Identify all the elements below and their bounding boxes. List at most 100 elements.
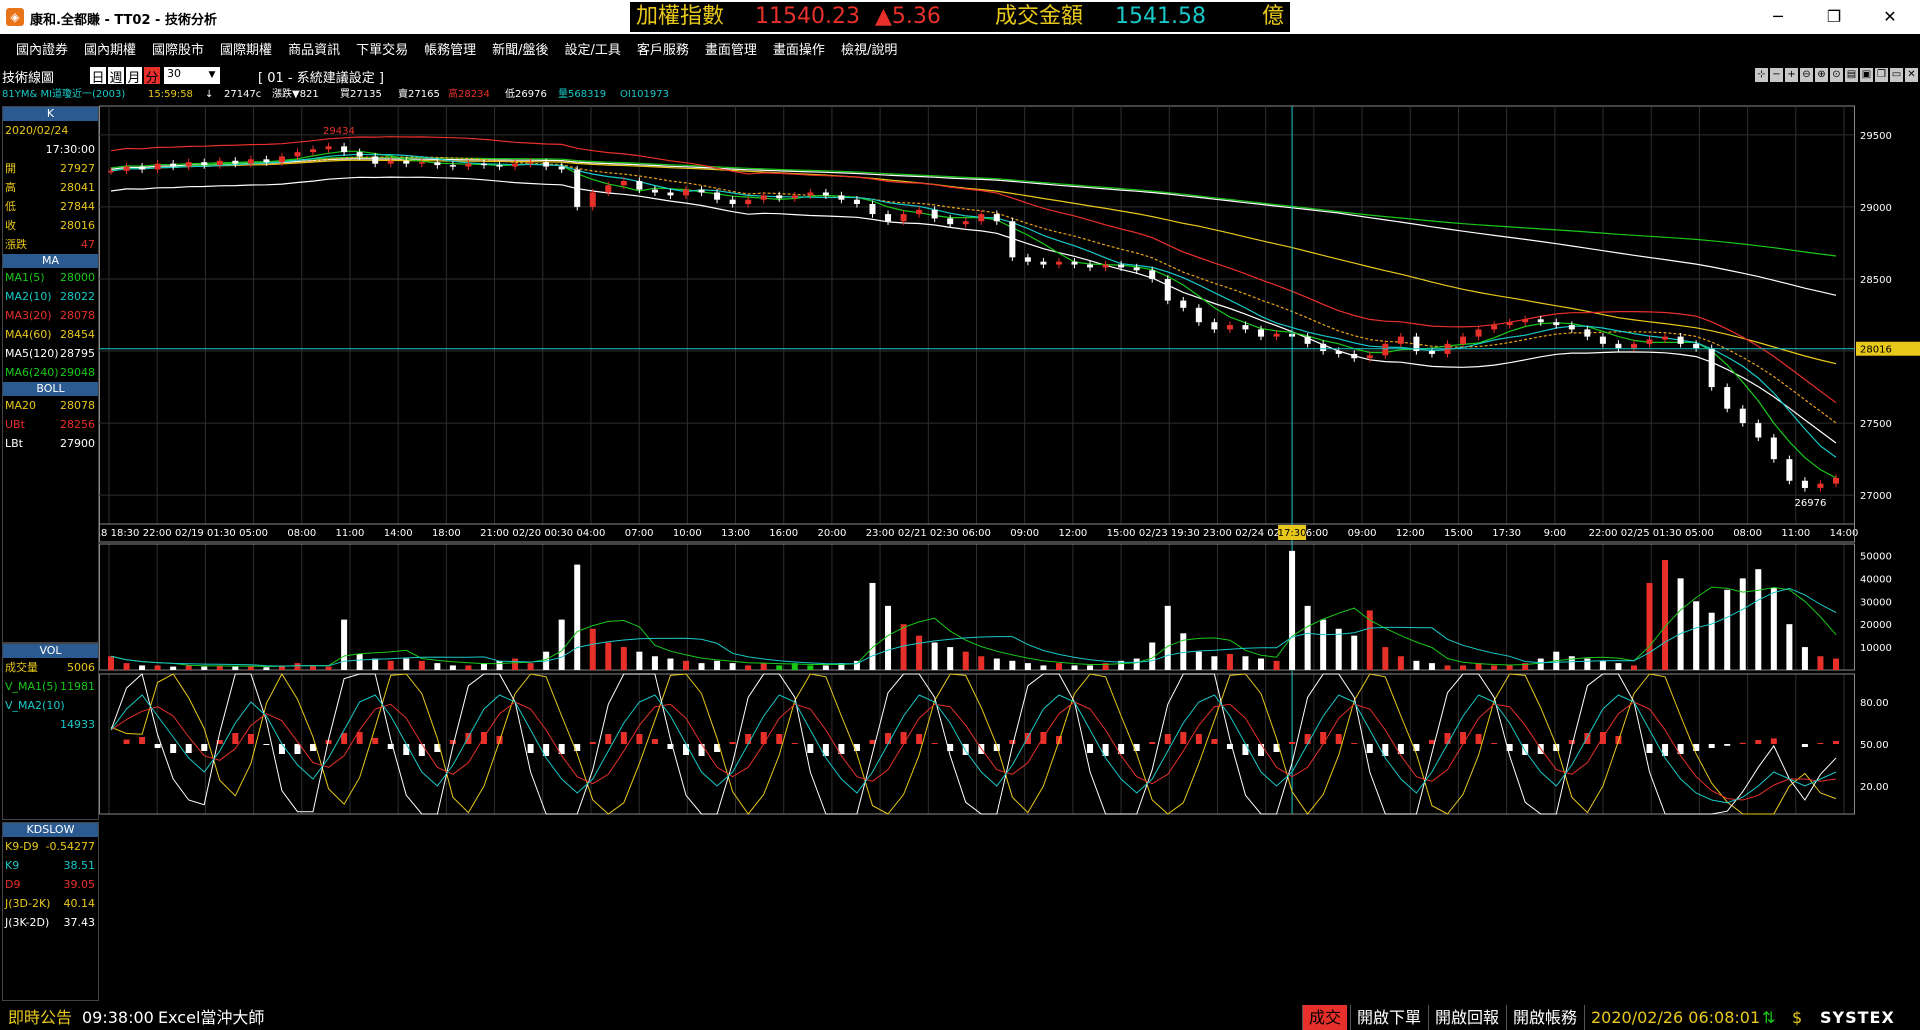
close-button[interactable]: ✕ [1862, 0, 1918, 34]
x-tick-label: 15:00 [1107, 528, 1136, 539]
cursor-time-label: 17:30 [1278, 528, 1307, 539]
menu-item-9[interactable]: 客戶服務 [637, 43, 689, 58]
x-tick-label: 12:00 [1396, 528, 1425, 539]
period-day-button[interactable]: 日 [90, 67, 106, 86]
open-report-button[interactable]: 開啟回報 [1428, 1005, 1506, 1030]
ticker-change: ▲5.36 [875, 4, 941, 29]
close-label: 收 [5, 219, 16, 232]
candle-body [434, 162, 441, 166]
period-minute-button[interactable]: 分 [144, 67, 160, 86]
boll-header: BOLL [3, 382, 98, 396]
kd-diff-bar [885, 733, 892, 744]
crosshair-icon[interactable]: ⊹ [1755, 68, 1768, 82]
volume-tick-label: 10000 [1860, 643, 1892, 654]
trade-button[interactable]: 成交 [1302, 1005, 1348, 1030]
restore-button[interactable]: ❐ [1806, 0, 1862, 34]
volume-bar [993, 658, 1000, 670]
ma4-line [110, 159, 1837, 365]
kd-sidebar: KDSLOW K9-D9 -0.54277 K9 38.51 D9 39.05 J(3D-2… [2, 822, 99, 1001]
x-tick-label: 21:00 [480, 528, 509, 539]
candle-body [356, 152, 363, 157]
close-icon[interactable]: ✕ [1905, 68, 1918, 82]
notice-text[interactable]: Excel當沖大師 [158, 1005, 264, 1030]
zoom-out-icon[interactable]: ⊖ [1800, 68, 1813, 82]
kd-k-line [110, 694, 1837, 804]
kd-diff-bar [527, 744, 534, 753]
menu-item-2[interactable]: 國際股市 [152, 43, 204, 58]
x-tick-label: 09:00 [1348, 528, 1377, 539]
chevron-down-icon[interactable]: ▼ [204, 67, 220, 84]
volume-bar [1413, 660, 1420, 670]
kd-diff-bar [372, 738, 379, 744]
interval-select[interactable]: 30 [164, 67, 207, 84]
kd-diff-bar [1444, 733, 1451, 744]
period-month-button[interactable]: 月 [126, 67, 142, 86]
period-week-button[interactable]: 週 [108, 67, 124, 86]
candle-body [1770, 437, 1777, 460]
ma3-line [110, 156, 1837, 424]
volume-bar [527, 663, 534, 670]
print-icon[interactable]: ▤ [1845, 68, 1858, 82]
kd-diff-bar [294, 744, 301, 754]
menu-item-4[interactable]: 商品資訊 [288, 43, 340, 58]
menu-item-8[interactable]: 設定/工具 [565, 43, 621, 58]
boll-row: LBt 27900 [3, 434, 98, 453]
candle-body [1786, 459, 1793, 481]
menu-item-11[interactable]: 畫面操作 [773, 43, 825, 58]
minus-icon[interactable]: − [1770, 68, 1783, 82]
kd-diff-bar [1009, 740, 1016, 744]
candle-body [729, 199, 736, 205]
menu-item-3[interactable]: 國際期權 [220, 43, 272, 58]
kd-diff-bar [745, 734, 752, 744]
kd-diff-bar [170, 744, 177, 753]
plus-icon[interactable]: + [1785, 68, 1798, 82]
zoom-fit-icon[interactable]: ⊙ [1830, 68, 1843, 82]
menu-item-10[interactable]: 畫面管理 [705, 43, 757, 58]
kd-diff-bar [1258, 744, 1264, 756]
open-order-button[interactable]: 開啟下單 [1350, 1005, 1428, 1030]
candle-body [1149, 270, 1156, 279]
candle-body [387, 160, 394, 164]
technical-chart[interactable]: 02/18 18:3022:0002/19 01:3005:0008:0011:… [99, 104, 1920, 1002]
save-icon[interactable]: ▣ [1860, 68, 1873, 82]
copy-icon[interactable]: ❐ [1875, 68, 1888, 82]
x-tick-label: 02/23 19:30 [1139, 528, 1200, 539]
chart-toolbar: 技術線圖 日 週 月 分 30 ▼ [ 01 - 系統建議設定 ] ⊹ − + ⊖ ⊕ ⊙… [0, 66, 1920, 86]
open-account-button[interactable]: 開啟帳務 [1506, 1005, 1584, 1030]
low-label: 低 [5, 200, 16, 213]
boll-label: MA20 [5, 399, 37, 412]
kd-diff-bar [651, 739, 658, 744]
menu-item-12[interactable]: 檢視/說明 [841, 43, 897, 58]
strategy-label: [ 01 - 系統建議設定 ] [258, 71, 384, 86]
menu-item-1[interactable]: 國內期權 [84, 43, 136, 58]
menu-item-0[interactable]: 國內證券 [16, 43, 68, 58]
x-tick-label: 12:00 [1058, 528, 1087, 539]
volume-tick-label: 30000 [1860, 597, 1892, 608]
volume-bar [1662, 560, 1669, 670]
candle-body [1491, 325, 1498, 330]
vol-value: 14933 [60, 718, 95, 731]
minimize-button[interactable]: ─ [1750, 0, 1806, 34]
candle-body [512, 163, 519, 167]
menu-item-5[interactable]: 下單交易 [356, 43, 408, 58]
volume-bar [1335, 628, 1342, 670]
kd-diff-bar [729, 742, 736, 744]
window-icon[interactable]: ▭ [1890, 68, 1903, 82]
volume-bar [760, 663, 767, 670]
ma-row: MA5(120) 28795 [3, 344, 98, 363]
x-tick-label: 13:00 [721, 528, 750, 539]
menu-item-7[interactable]: 新聞/盤後 [492, 43, 548, 58]
menu-item-6[interactable]: 帳務管理 [424, 43, 476, 58]
candle-body [543, 162, 550, 167]
ma-label: MA5(120) [5, 347, 59, 360]
kd-label: J(3K-2D) [5, 916, 50, 929]
volume-sidebar: VOL 成交量 5006 V_MA1(5) 11981 V_MA2(10) 14933 [2, 643, 99, 820]
volume-bar [1801, 647, 1808, 670]
ma-row: MA1(5) 28000 [3, 268, 98, 287]
volume-bar [434, 663, 441, 670]
candle-body [170, 163, 177, 167]
zoom-in-icon[interactable]: ⊕ [1815, 68, 1828, 82]
ma-label: MA4(60) [5, 328, 52, 341]
volume-tick-label: 20000 [1860, 620, 1892, 631]
notice-label[interactable]: 即時公告 [8, 1005, 72, 1030]
